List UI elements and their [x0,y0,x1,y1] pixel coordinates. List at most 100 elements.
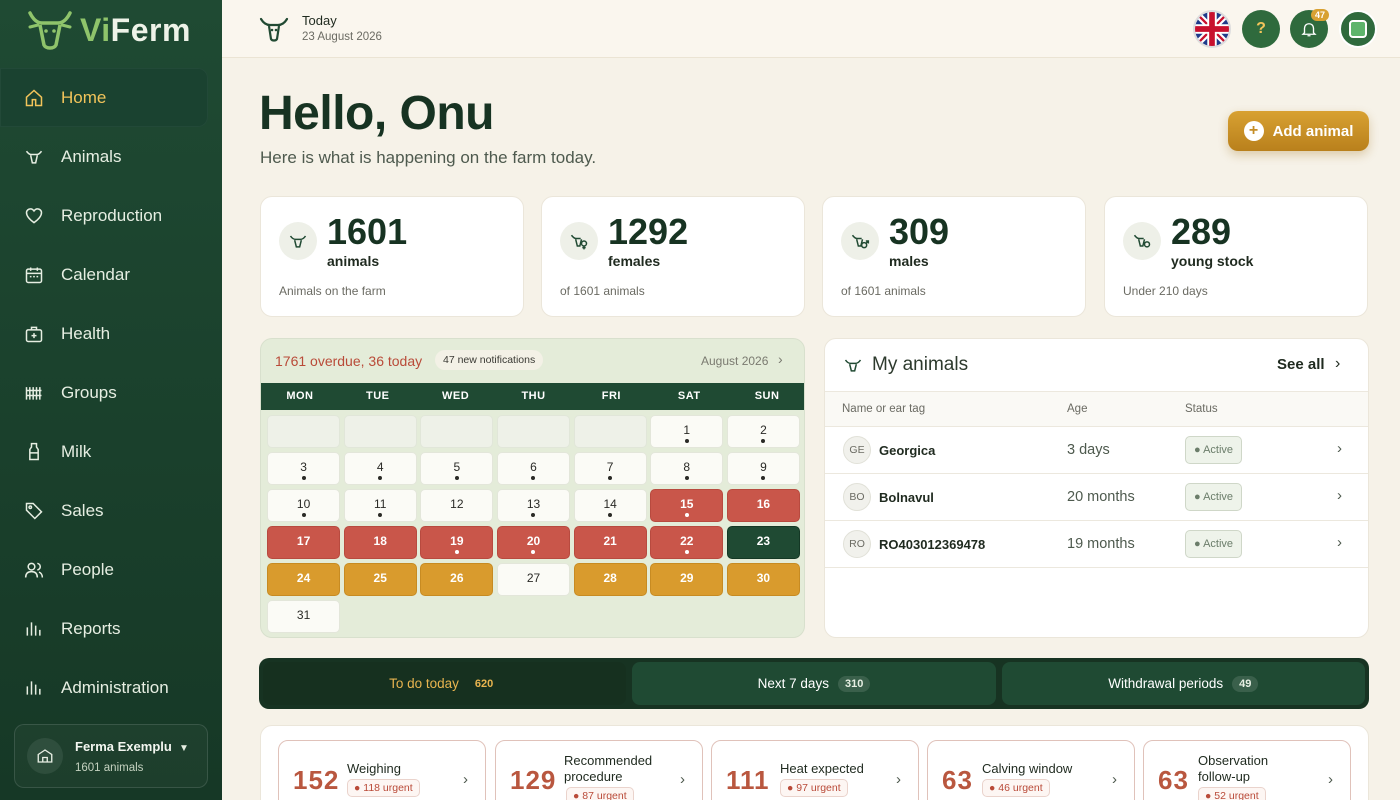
calendar-day[interactable]: 16 [726,489,800,522]
day-number: 17 [296,534,311,548]
sidebar-item-animals[interactable]: Animals [0,127,222,186]
table-row[interactable]: BO Bolnavul 20 months ● Active › [825,474,1368,521]
calendar-day[interactable]: 10 [267,489,341,522]
calendar-day[interactable]: 3 [267,452,341,485]
sidebar-item-milk[interactable]: Milk [0,422,222,481]
status-badge: ● Active [1185,436,1243,464]
calendar-day[interactable]: 12 [420,489,494,522]
tab-withdrawal-periods[interactable]: Withdrawal periods 49 [1001,662,1365,705]
add-animal-button[interactable]: + Add animal [1228,111,1369,151]
sidebar-item-health[interactable]: Health [0,304,222,363]
calendar-day[interactable]: 23 [726,526,800,559]
stat-card-young-stock[interactable]: 289 young stock Under 210 days [1104,196,1368,317]
calendar-day[interactable]: 26 [420,563,494,596]
task-card-weighing[interactable]: 152 Weighing ● 118 urgent › [278,740,486,800]
calendar-day[interactable]: 15 [650,489,724,522]
task-card-calving-window[interactable]: 63 Calving window ● 46 urgent › [927,740,1135,800]
task-card-recommended-procedure[interactable]: 129 Recommended procedure ● 87 urgent › [495,740,703,800]
milk-bottle-icon [24,442,44,462]
female-cow-icon [560,222,598,260]
tab-count: 310 [837,675,871,692]
urgent-badge: ● 118 urgent [347,779,420,797]
sidebar-item-home[interactable]: Home [0,68,208,127]
sidebar-item-reports[interactable]: Reports [0,599,222,658]
event-dot [684,550,689,554]
avatar: BO [843,483,871,511]
calendar-day[interactable]: 21 [573,526,647,559]
farm-selector[interactable]: Ferma Exemplu 1601 animals ▼ [14,724,208,788]
table-row[interactable]: GE Georgica 3 days ● Active › [825,427,1368,474]
calendar-day[interactable]: 14 [573,489,647,522]
calendar-day[interactable]: 30 [726,563,800,596]
calendar-day[interactable]: 29 [650,563,724,596]
task-cards-panel: 152 Weighing ● 118 urgent › 129 Recommen… [260,725,1369,800]
tab-next-7-days[interactable]: Next 7 days 310 [632,662,996,705]
sidebar-item-label: People [61,559,114,579]
calendar-day[interactable]: 28 [573,563,647,596]
overdue-summary[interactable]: 1761 overdue, 36 today [275,353,422,369]
see-all-link[interactable]: See all [1277,356,1325,373]
calendar-day[interactable]: 9 [726,452,800,485]
sidebar-item-groups[interactable]: Groups [0,363,222,422]
calendar-day[interactable]: 20 [496,526,571,559]
day-number: 20 [526,534,541,548]
sidebar-item-label: Administration [61,677,169,697]
day-number: 9 [760,460,767,474]
event-dot [761,439,766,443]
urgent-badge: ● 46 urgent [982,779,1050,797]
farm-name: Ferma Exemplu [75,738,172,754]
stat-card-females[interactable]: 1292 females of 1601 animals [541,196,805,317]
sidebar-item-administration[interactable]: Administration [0,658,222,717]
stat-card-males[interactable]: 309 males of 1601 animals [822,196,1086,317]
calendar-day[interactable]: 4 [343,452,417,485]
sidebar-item-people[interactable]: People [0,540,222,599]
chevron-right-icon: › [1337,534,1342,551]
tab-to-do-today[interactable]: To do today 620 [263,662,627,705]
day-number: 18 [373,534,387,548]
table-row[interactable]: RO RO403012369478 19 months ● Active › [825,521,1368,568]
calendar-day[interactable]: 7 [573,452,647,485]
app-switch-button[interactable] [1339,10,1377,48]
sidebar-item-calendar[interactable]: Calendar [0,245,222,304]
task-title: Recommended procedure [564,753,653,784]
calendar-empty-cell [573,415,647,448]
calendar-day[interactable]: 13 [496,489,571,522]
calendar-day[interactable]: 2 [726,415,800,448]
sidebar-item-reproduction[interactable]: Reproduction [0,186,222,245]
calendar-day[interactable]: 6 [496,452,571,485]
language-flag-button[interactable] [1193,10,1231,48]
animal-age: 3 days [1067,442,1110,458]
stat-value: 289 [1171,211,1232,252]
day-number: 22 [680,534,694,548]
day-number: 4 [376,460,384,474]
panel-title: My animals [872,354,969,375]
calendar-day[interactable]: 8 [650,452,724,485]
sidebar-item-sales[interactable]: Sales [0,481,222,540]
calendar-day[interactable]: 18 [343,526,417,559]
stat-card-animals[interactable]: 1601 animals Animals on the farm [260,196,524,317]
calendar-day[interactable]: 19 [420,526,494,559]
calendar-grid: 1 2 3 4 5 6 7 8 9 10 11 12 13 14 15 16 17 18 19 20 21 22 23 24 2… [267,415,800,633]
calendar-day[interactable]: 17 [267,526,341,559]
notifications-pill[interactable]: 47 new notifications [435,350,544,370]
app-logo[interactable]: ViFerm [24,6,191,54]
page-subtitle: Here is what is happening on the farm to… [260,148,597,167]
calendar-day[interactable]: 24 [267,563,341,596]
cow-icon [259,17,289,42]
chevron-right-icon[interactable]: › [778,351,783,367]
task-count: 63 [942,765,973,795]
calendar-day[interactable]: 31 [267,600,341,633]
calendar-day[interactable]: 22 [650,526,724,559]
calendar-day[interactable]: 5 [420,452,494,485]
tag-icon [24,501,44,521]
help-button[interactable]: ? [1242,10,1280,48]
calendar-day[interactable]: 11 [343,489,417,522]
calendar-day[interactable]: 27 [496,563,571,596]
chevron-right-icon[interactable]: › [1335,355,1340,373]
calendar-day[interactable]: 25 [343,563,417,596]
task-card-heat-expected[interactable]: 111 Heat expected ● 97 urgent › [711,740,919,800]
add-animal-label: Add animal [1272,122,1354,140]
calendar-day[interactable]: 1 [650,415,724,448]
sidebar-nav: Home Animals Reproduction Calendar Healt… [0,68,222,717]
task-card-observation-follow-up[interactable]: 63 Observation follow-up ● 52 urgent › [1143,740,1351,800]
